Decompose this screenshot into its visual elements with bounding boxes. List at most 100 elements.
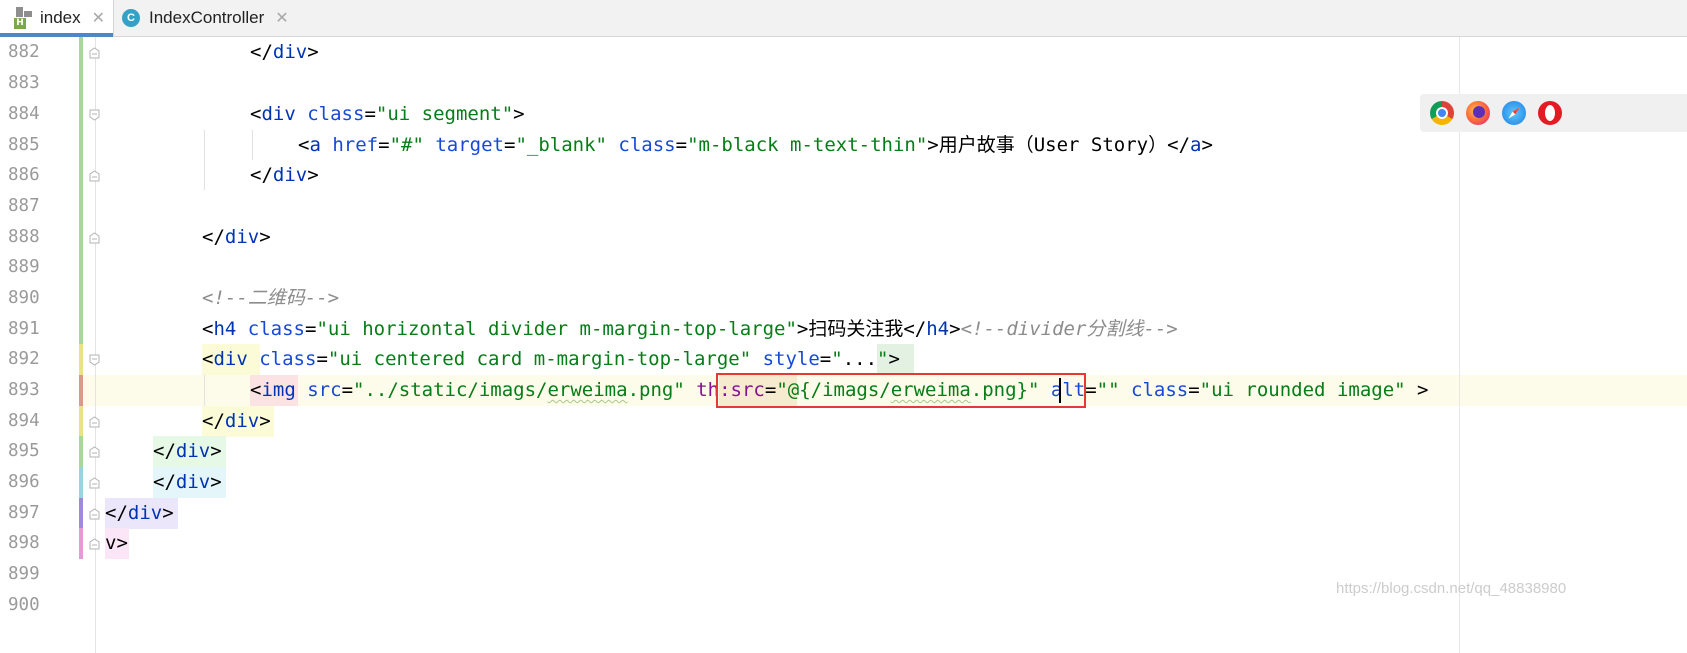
code-line-884[interactable]: <div class="ui segment"> — [250, 99, 525, 130]
tag-name: div — [175, 440, 211, 462]
punct: > — [307, 41, 319, 63]
indent-guide — [252, 130, 253, 160]
punct: = — [364, 103, 376, 125]
safari-icon[interactable] — [1502, 101, 1526, 125]
punct: < — [250, 103, 262, 125]
vcs-modified-marker — [79, 375, 83, 406]
line-number: 890 — [8, 288, 40, 308]
attr-value: " — [877, 348, 889, 370]
code-line-897[interactable]: </div> — [105, 498, 174, 529]
tag-name: h4 — [213, 318, 237, 340]
browser-preview-toolbar — [1420, 94, 1687, 132]
line-number: 883 — [8, 73, 40, 93]
fold-end-icon[interactable] — [89, 416, 100, 428]
code-line-890[interactable]: <!--二维码--> — [202, 283, 339, 314]
html-file-icon: H — [14, 7, 34, 29]
opera-icon[interactable] — [1538, 101, 1562, 125]
chrome-icon[interactable] — [1430, 101, 1454, 125]
close-icon[interactable]: ✕ — [275, 8, 288, 28]
watermark: https://blog.csdn.net/qq_48838980 — [1336, 580, 1567, 597]
code-line-895[interactable]: </div> — [153, 436, 222, 467]
line-number: 895 — [8, 441, 40, 461]
attr-name: class — [307, 103, 365, 125]
line-number: 894 — [8, 411, 40, 431]
fold-end-icon[interactable] — [89, 477, 100, 489]
line-number: 885 — [8, 135, 40, 155]
java-class-icon: C — [122, 9, 140, 27]
vcs-added-marker — [79, 37, 83, 375]
vcs-modified-marker — [79, 344, 83, 375]
punct: </ — [153, 471, 176, 493]
tag-name: a — [309, 134, 321, 156]
code-line-885[interactable]: <a href="#" target="_blank" class="m-bla… — [298, 130, 1213, 161]
attr-value: "ui rounded image" — [1199, 379, 1406, 401]
code-line-898[interactable]: v> — [105, 528, 128, 559]
fold-start-icon[interactable] — [89, 354, 100, 366]
attr-name: style — [762, 348, 820, 370]
folded-text[interactable]: ... — [843, 348, 877, 370]
fold-end-icon[interactable] — [89, 170, 100, 182]
fold-end-icon[interactable] — [89, 538, 100, 550]
text-content: >用户故事（User Story）</ — [927, 134, 1191, 156]
line-number: 882 — [8, 42, 40, 62]
punct: </ — [250, 164, 273, 186]
firefox-icon[interactable] — [1466, 101, 1490, 125]
punct: > — [210, 440, 222, 462]
line-number: 891 — [8, 319, 40, 339]
text-content: v> — [105, 532, 128, 554]
fold-end-icon[interactable] — [89, 508, 100, 520]
fold-end-icon[interactable] — [89, 446, 100, 458]
attr-value: .png" — [627, 379, 685, 401]
vcs-added-marker — [79, 498, 83, 528]
tag-name: a — [1190, 134, 1202, 156]
punct: > — [1405, 379, 1429, 401]
line-number: 887 — [8, 196, 40, 216]
line-number: 900 — [8, 595, 40, 615]
tab-label: index — [40, 8, 81, 27]
line-number: 899 — [8, 564, 40, 584]
punct: > — [259, 226, 271, 248]
punct: > — [307, 164, 319, 186]
code-line-882[interactable]: </div> — [250, 37, 319, 68]
line-number: 898 — [8, 533, 40, 553]
tag-name: div — [224, 410, 260, 432]
attr-name: href — [332, 134, 379, 156]
tab-indexcontroller[interactable]: C IndexController ✕ — [122, 0, 292, 36]
punct: < — [202, 348, 214, 370]
punct: < — [202, 318, 214, 340]
indent-guide — [204, 130, 205, 190]
fold-start-icon[interactable] — [89, 109, 100, 121]
code-line-886[interactable]: </div> — [250, 160, 319, 191]
punct: </ — [105, 502, 128, 524]
attr-name: class — [1131, 379, 1189, 401]
editor-tab-bar: H index ✕ C IndexController ✕ — [0, 0, 1687, 37]
text-caret — [1059, 378, 1061, 403]
attr-name: class — [259, 348, 317, 370]
line-number: 893 — [8, 380, 40, 400]
tag-name: div — [127, 502, 163, 524]
attr-value: "m-black m-text-thin" — [687, 134, 928, 156]
code-line-891[interactable]: <h4 class="ui horizontal divider m-margi… — [202, 314, 1178, 345]
fold-end-icon[interactable] — [89, 47, 100, 59]
code-line-892[interactable]: <div class="ui centered card m-margin-to… — [202, 344, 900, 375]
attr-value: "" — [1096, 379, 1120, 401]
close-icon[interactable]: ✕ — [92, 8, 105, 28]
code-line-896[interactable]: </div> — [153, 467, 222, 498]
attr-value: "../static/imags/ — [353, 379, 548, 401]
code-line-894[interactable]: </div> — [202, 406, 271, 437]
tab-index[interactable]: H index ✕ — [0, 0, 113, 37]
punct: > — [259, 410, 271, 432]
code-line-888[interactable]: </div> — [202, 222, 271, 253]
line-number: 889 — [8, 257, 40, 277]
attr-value: "_blank" — [515, 134, 607, 156]
tag-name: div — [213, 348, 248, 370]
fold-end-icon[interactable] — [89, 232, 100, 244]
tag-name: div — [175, 471, 211, 493]
comment: <!--二维码--> — [202, 287, 340, 309]
tag-name: div — [272, 41, 308, 63]
punct: > — [949, 318, 961, 340]
highlight-box — [716, 373, 1086, 408]
tag-name: img — [261, 379, 296, 401]
punct: > — [162, 502, 174, 524]
line-number: 896 — [8, 472, 40, 492]
